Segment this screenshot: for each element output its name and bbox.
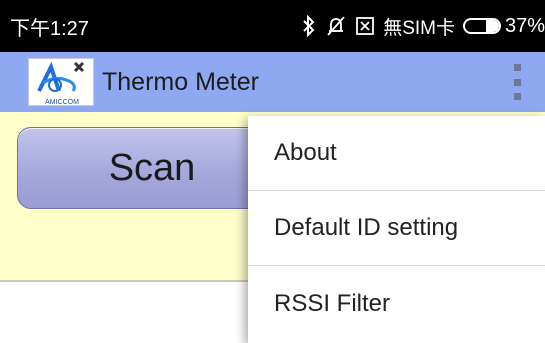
- svg-text:AMICCOM: AMICCOM: [45, 99, 79, 106]
- overflow-menu: About Default ID setting RSSI Filter: [248, 116, 545, 343]
- menu-item-default-id-setting[interactable]: Default ID setting: [248, 191, 545, 266]
- status-time: 下午1:27: [10, 17, 89, 40]
- battery-icon: [462, 18, 501, 34]
- battery-indicator: 37%: [462, 14, 545, 38]
- sim-status-text: 無SIM卡: [383, 17, 455, 39]
- status-bar: 下午1:27 無SIM卡 37%: [0, 0, 545, 52]
- overflow-menu-icon[interactable]: [507, 64, 527, 100]
- scan-button[interactable]: Scan: [17, 127, 287, 209]
- menu-item-about[interactable]: About: [248, 116, 545, 191]
- action-bar: AMICCOM Thermo Meter: [0, 52, 545, 112]
- sim-icon: [355, 16, 375, 36]
- menu-item-rssi-filter[interactable]: RSSI Filter: [248, 266, 545, 341]
- battery-fill: [486, 20, 499, 32]
- battery-percent: 37%: [504, 14, 545, 37]
- app-title: Thermo Meter: [102, 67, 259, 96]
- amiccom-logo-icon: AMICCOM: [28, 58, 94, 106]
- muted-bell-icon: [325, 15, 347, 37]
- bluetooth-icon: [301, 15, 317, 37]
- status-icons: 無SIM卡 37%: [301, 13, 545, 40]
